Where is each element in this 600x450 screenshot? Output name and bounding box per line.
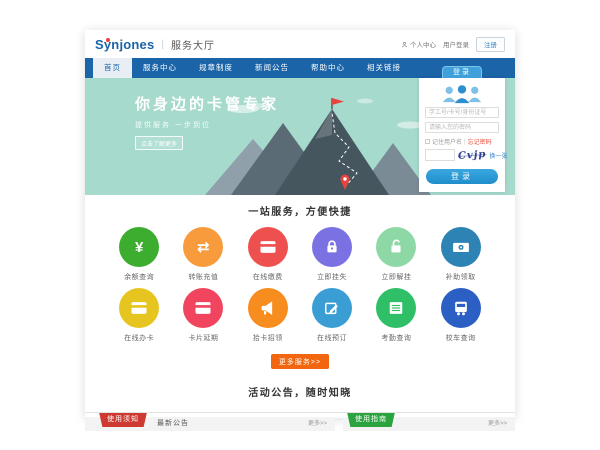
logo[interactable]: Synjones — [95, 37, 154, 52]
login-submit-button[interactable]: 登录 — [426, 169, 498, 184]
announcements-tabs: 使用须知 最新公告 更多>> 使用指南 更多>> — [85, 412, 515, 432]
captcha-image[interactable]: Cvjp — [458, 149, 487, 162]
site-title: 服务大厅 — [171, 37, 215, 52]
personal-center-label: 个人中心 — [410, 39, 436, 49]
megaphone-icon — [248, 288, 288, 328]
site-page: Synjones | 服务大厅 个人中心 用户登录 注册 首页 服务中心 规章制… — [85, 30, 515, 418]
banknote-icon — [441, 227, 481, 267]
yuan-icon: ¥ — [119, 227, 159, 267]
service-balance-query[interactable]: ¥ 余额查询 — [107, 227, 171, 282]
person-icon — [401, 41, 408, 48]
logo-red-dot-icon — [106, 38, 110, 42]
login-options: 记住用户名 | 忘记密码 — [425, 137, 499, 146]
tab-usage-guide[interactable]: 使用指南 — [347, 412, 395, 427]
hero-title: 你身边的卡管专家 — [135, 93, 279, 114]
card-icon — [119, 288, 159, 328]
services-title: 一站服务，方便快捷 — [85, 203, 515, 218]
captcha-row: Cvjp 换一张 — [425, 149, 499, 161]
header-separator: | — [161, 39, 164, 50]
announcements-title: 活动公告，随时知晓 — [85, 384, 515, 399]
service-transfer-recharge[interactable]: ⇄ 转账充值 — [171, 227, 235, 282]
lock-icon — [312, 227, 352, 267]
section-divider — [85, 412, 515, 413]
password-input[interactable] — [425, 122, 499, 133]
transfer-icon: ⇄ — [183, 227, 223, 267]
logo-text: Synjones — [95, 37, 154, 52]
nav-item-news[interactable]: 新闻公告 — [244, 58, 300, 78]
remember-checkbox[interactable] — [425, 139, 430, 144]
service-online-booking[interactable]: 在线预订 — [300, 288, 364, 343]
captcha-refresh-link[interactable]: 换一张 — [489, 151, 507, 160]
service-school-bus-query[interactable]: 校车查询 — [428, 288, 492, 343]
user-login-link[interactable]: 用户登录 — [443, 39, 469, 49]
nav-item-rules[interactable]: 规章制度 — [188, 58, 244, 78]
hero-copy: 你身边的卡管专家 提供服务 一步到位 点击了解更多 — [135, 93, 279, 151]
card-icon — [183, 288, 223, 328]
announcements-left-bar: 使用须知 最新公告 更多>> — [85, 417, 335, 431]
personal-center-link[interactable]: 个人中心 — [401, 39, 436, 49]
service-subsidy-collect[interactable]: 补助领取 — [428, 227, 492, 282]
site-header: Synjones | 服务大厅 个人中心 用户登录 注册 — [85, 30, 515, 58]
announcements-right-bar: 使用指南 更多>> — [343, 417, 515, 431]
tab-latest-announcements[interactable]: 最新公告 — [157, 417, 189, 431]
forgot-password-link[interactable]: 忘记密码 — [468, 137, 492, 146]
service-card-renewal[interactable]: 卡片延期 — [171, 288, 235, 343]
more-left-link[interactable]: 更多>> — [308, 417, 327, 431]
more-right-link[interactable]: 更多>> — [488, 417, 507, 431]
user-login-label: 用户登录 — [443, 39, 469, 49]
remember-label: 记住用户名 — [432, 137, 462, 146]
edit-icon — [312, 288, 352, 328]
services-section: 一站服务，方便快捷 ¥ 余额查询 ⇄ 转账充值 在线缴费 — [85, 195, 515, 369]
bus-icon — [441, 288, 481, 328]
service-online-payment[interactable]: 在线缴费 — [236, 227, 300, 282]
service-online-card-apply[interactable]: 在线办卡 — [107, 288, 171, 343]
nav-item-help-center[interactable]: 帮助中心 — [300, 58, 356, 78]
service-attendance-query[interactable]: 考勤查询 — [364, 288, 428, 343]
more-services-button[interactable]: 更多服务>> — [271, 354, 329, 369]
nav-item-service-center[interactable]: 服务中心 — [132, 58, 188, 78]
login-panel: 登录 记住用户名 | 忘记密码 Cvjp 换一张 — [419, 78, 505, 192]
captcha-input[interactable] — [425, 149, 455, 161]
services-grid: ¥ 余额查询 ⇄ 转账充值 在线缴费 立即挂失 — [85, 227, 515, 349]
screenshot-canvas: Synjones | 服务大厅 个人中心 用户登录 注册 首页 服务中心 规章制… — [0, 0, 600, 450]
nav-item-home[interactable]: 首页 — [93, 58, 132, 78]
users-icon — [440, 83, 484, 104]
unlock-icon — [376, 227, 416, 267]
service-report-loss[interactable]: 立即挂失 — [300, 227, 364, 282]
card-icon — [248, 227, 288, 267]
hero-cta-button[interactable]: 点击了解更多 — [135, 136, 183, 150]
list-icon — [376, 288, 416, 328]
login-tab[interactable]: 登录 — [442, 66, 482, 78]
service-cancel-loss[interactable]: 立即解挂 — [364, 227, 428, 282]
tab-usage-notice[interactable]: 使用须知 — [99, 412, 147, 427]
header-right: 个人中心 用户登录 注册 — [401, 37, 505, 52]
username-input[interactable] — [425, 107, 499, 118]
hero-subtitle: 提供服务 一步到位 — [135, 120, 279, 130]
options-separator: | — [464, 139, 466, 145]
service-found-card-claim[interactable]: 拾卡招领 — [236, 288, 300, 343]
nav-item-links[interactable]: 相关链接 — [356, 58, 412, 78]
register-button[interactable]: 注册 — [476, 37, 505, 52]
